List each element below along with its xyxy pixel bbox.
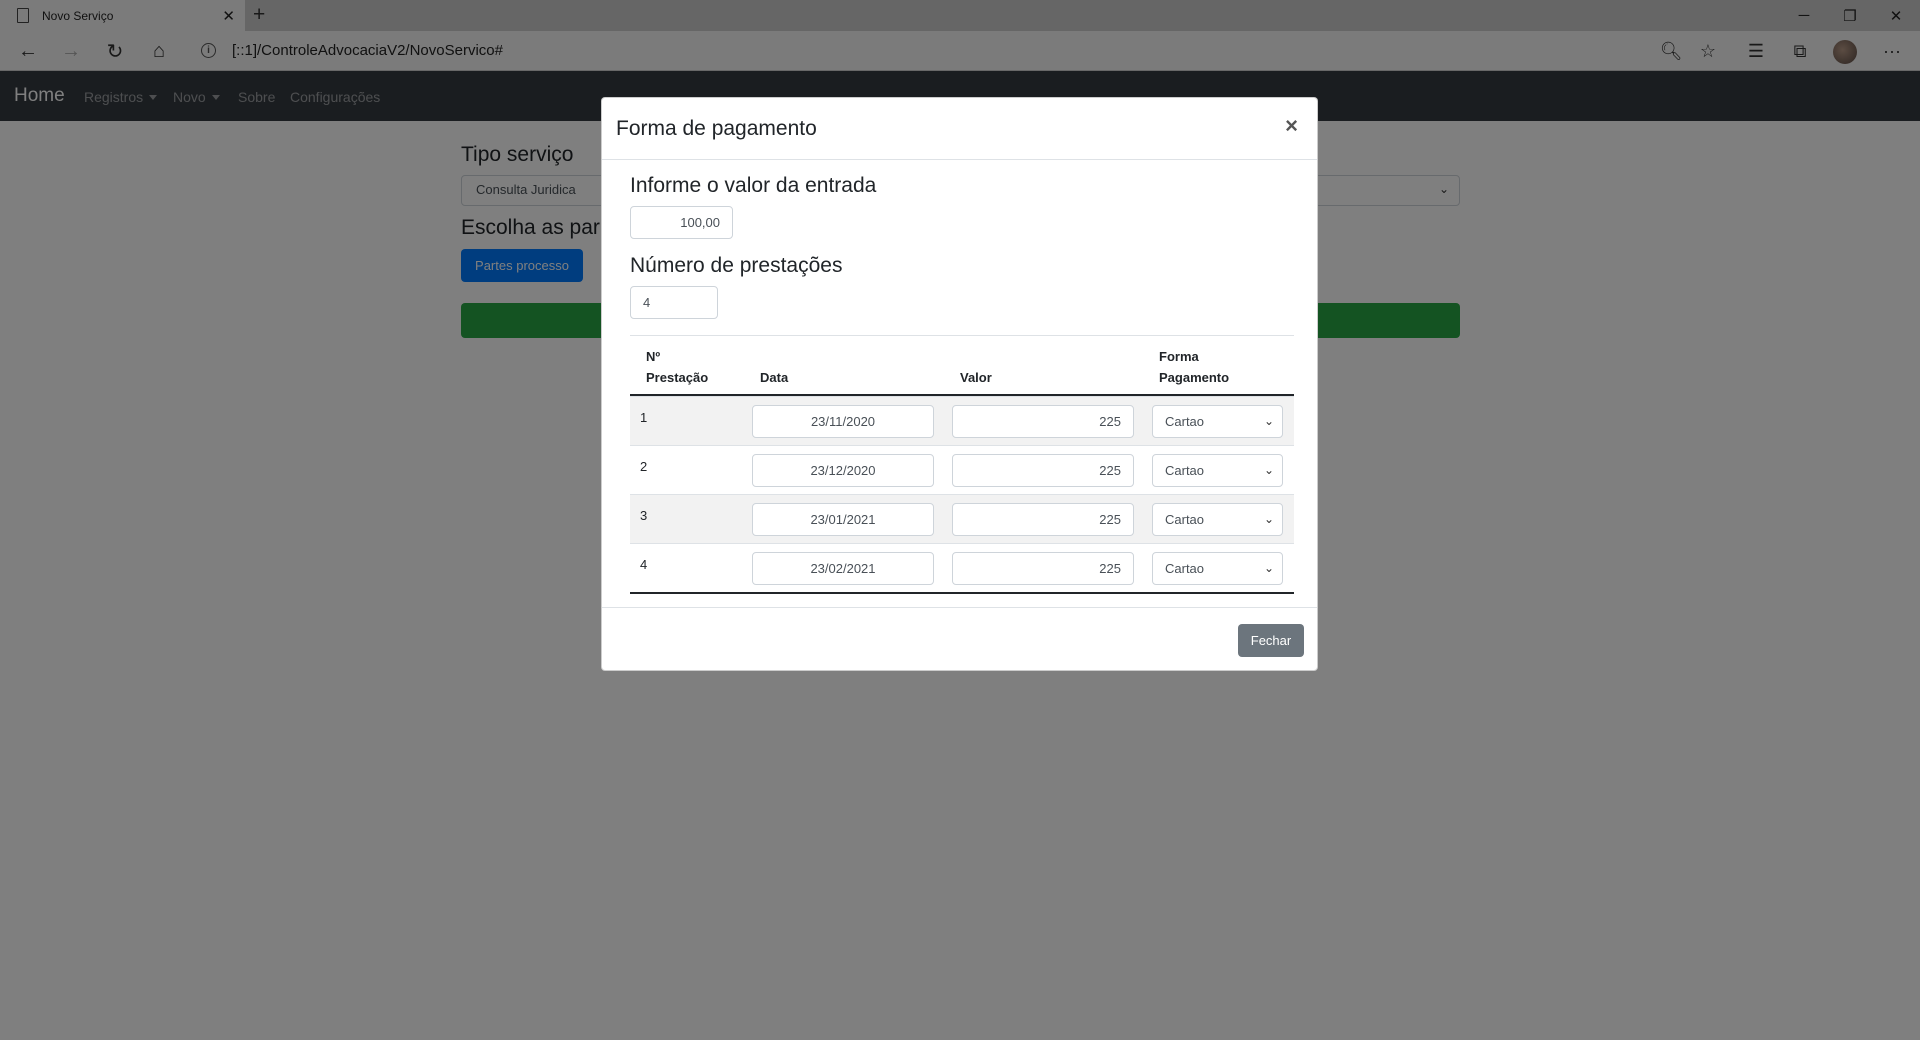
fechar-button[interactable]: Fechar [1238,624,1304,657]
row-number: 4 [640,557,648,572]
table-row: 3 23/01/2021 225 Cartao ⌄ [630,494,1294,543]
modal-header: Forma de pagamento × [602,98,1317,160]
modal-footer: Fechar [602,607,1317,671]
forma-select[interactable]: Cartao ⌄ [1152,454,1283,487]
header-valor: Valor [960,370,992,385]
forma-value: Cartao [1165,561,1205,576]
header-data: Data [760,370,789,385]
forma-select[interactable]: Cartao ⌄ [1152,552,1283,585]
valor-input[interactable]: 225 [952,454,1134,487]
date-input[interactable]: 23/11/2020 [752,405,934,438]
prestacoes-input[interactable]: 4 [630,286,718,319]
date-input[interactable]: 23/01/2021 [752,503,934,536]
close-icon[interactable]: × [1285,113,1298,139]
header-forma: Forma Pagamento [1159,346,1229,388]
prestacoes-table: Nº Prestação Data Valor Forma Pagamento … [630,335,1294,594]
chevron-down-icon: ⌄ [1263,512,1274,526]
row-number: 3 [640,508,648,523]
chevron-down-icon: ⌄ [1263,463,1274,477]
chevron-down-icon: ⌄ [1263,561,1274,575]
entrada-input[interactable]: 100,00 [630,206,733,239]
forma-value: Cartao [1165,463,1205,478]
payment-modal: Forma de pagamento × Informe o valor da … [601,97,1318,671]
table-header: Nº Prestação Data Valor Forma Pagamento [630,335,1294,396]
header-forma-line1: Forma [1159,349,1199,364]
header-num: Nº Prestação [646,346,708,388]
row-number: 1 [640,410,648,425]
forma-select[interactable]: Cartao ⌄ [1152,503,1283,536]
table-row: 4 23/02/2021 225 Cartao ⌄ [630,543,1294,592]
modal-title: Forma de pagamento [616,117,817,140]
date-input[interactable]: 23/02/2021 [752,552,934,585]
forma-select[interactable]: Cartao ⌄ [1152,405,1283,438]
forma-value: Cartao [1165,512,1205,527]
date-input[interactable]: 23/12/2020 [752,454,934,487]
header-num-line1: Nº [646,349,661,364]
valor-input[interactable]: 225 [952,552,1134,585]
valor-input[interactable]: 225 [952,503,1134,536]
valor-input[interactable]: 225 [952,405,1134,438]
table-row: 1 23/11/2020 225 Cartao ⌄ [630,396,1294,445]
chevron-down-icon: ⌄ [1263,414,1274,428]
table-row: 2 23/12/2020 225 Cartao ⌄ [630,445,1294,494]
forma-value: Cartao [1165,414,1205,429]
prestacoes-label: Número de prestações [630,254,843,277]
row-number: 2 [640,459,648,474]
header-num-line2: Prestação [646,370,709,385]
header-forma-line2: Pagamento [1159,370,1230,385]
entrada-label: Informe o valor da entrada [630,174,877,197]
